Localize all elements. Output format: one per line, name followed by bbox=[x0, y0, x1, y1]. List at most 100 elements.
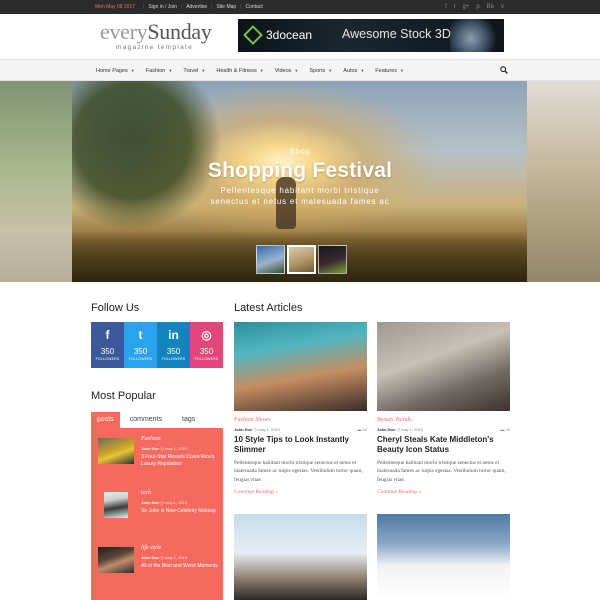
behance-icon[interactable]: Bē bbox=[487, 0, 494, 14]
post-thumbnail[interactable] bbox=[98, 547, 134, 573]
nav-autos[interactable]: Autos ▼ bbox=[343, 68, 364, 74]
caret-down-icon: ▼ bbox=[400, 68, 404, 73]
article-image[interactable] bbox=[377, 514, 510, 600]
article-card bbox=[234, 514, 367, 600]
linkedin-follow-box[interactable]: in 350 FOLLOWERS bbox=[157, 322, 190, 368]
clock-icon: ◷ bbox=[160, 446, 164, 451]
nav-travel[interactable]: Travel ▼ bbox=[183, 68, 205, 74]
clock-icon: ◷ bbox=[253, 427, 257, 432]
nav-sports[interactable]: Sports ▼ bbox=[309, 68, 332, 74]
nav-home-pages[interactable]: Home Pages ▼ bbox=[96, 68, 135, 74]
article-image[interactable] bbox=[234, 322, 367, 411]
post-title[interactable]: Sir John is New Celebrity Makeup bbox=[141, 508, 221, 515]
most-popular-heading: Most Popular bbox=[91, 390, 156, 402]
facebook-icon[interactable]: f bbox=[445, 0, 447, 14]
twitter-icon[interactable]: t bbox=[454, 0, 456, 14]
article-image[interactable] bbox=[234, 514, 367, 600]
popular-tabs: posts comments tags bbox=[91, 412, 205, 428]
article-category[interactable]: Beauty Trends bbox=[377, 417, 411, 423]
caret-down-icon: ▼ bbox=[130, 68, 135, 73]
facebook-follow-box[interactable]: f 350 FOLLOWERS bbox=[91, 322, 124, 368]
nav-videos[interactable]: Videos ▼ bbox=[275, 68, 299, 74]
comment-count[interactable]: ▬ 20 bbox=[500, 427, 510, 432]
facebook-icon: f bbox=[105, 328, 110, 342]
list-item[interactable]: life style John Doe ◷ may 1, 2015 All of… bbox=[98, 541, 218, 581]
top-links: Mon May 08 2017 | Sign in / Join | Adver… bbox=[95, 0, 263, 14]
post-category[interactable]: life style bbox=[141, 545, 161, 551]
google-plus-icon[interactable]: g+ bbox=[462, 0, 469, 14]
caret-down-icon: ▼ bbox=[168, 68, 173, 73]
follower-count: 350 bbox=[199, 347, 214, 356]
follower-label: FOLLOWERS bbox=[128, 357, 153, 361]
vimeo-icon[interactable]: v bbox=[501, 0, 504, 14]
tab-comments[interactable]: comments bbox=[120, 412, 172, 428]
follower-label: FOLLOWERS bbox=[161, 357, 186, 361]
hero-slider[interactable]: Shop Shopping Festival Pellentesque habi… bbox=[0, 81, 600, 282]
banner-tagline: Awesome Stock 3D bbox=[342, 27, 451, 41]
banner-ad[interactable]: 3docean Awesome Stock 3D bbox=[238, 19, 504, 52]
twitter-follow-box[interactable]: t 350 FOLLOWERS bbox=[124, 322, 157, 368]
article-author[interactable]: John Doe bbox=[377, 427, 395, 432]
article-excerpt: Pellentesque habitant morbi tristique se… bbox=[377, 460, 506, 483]
clock-icon: ◷ bbox=[396, 427, 400, 432]
tab-tags[interactable]: tags bbox=[172, 412, 205, 428]
list-item[interactable]: Fashion John Doe ◷ may 1, 2015 3 Four-St… bbox=[98, 432, 218, 472]
article-card: Fashion Shows John Doe ◷ may 1, 2015 ▬ 2… bbox=[234, 322, 367, 502]
follower-label: FOLLOWERS bbox=[194, 357, 219, 361]
hero-kicker: Shop bbox=[289, 147, 311, 156]
article-title[interactable]: Cheryl Steals Kate Middleton's Beauty Ic… bbox=[377, 435, 510, 455]
post-title[interactable]: 3 Four-Star Resorts Costa Rica's Luxury … bbox=[141, 454, 221, 468]
comment-count[interactable]: ▬ 20 bbox=[357, 427, 367, 432]
tab-posts[interactable]: posts bbox=[91, 412, 120, 428]
linkedin-icon: in bbox=[168, 328, 179, 342]
slide-thumb-2-active[interactable] bbox=[287, 245, 316, 274]
hero-tree-shape bbox=[72, 81, 222, 231]
slider-thumbnails bbox=[256, 245, 347, 274]
post-category[interactable]: tech bbox=[141, 490, 151, 496]
clock-icon: ◷ bbox=[160, 500, 164, 505]
sign-in-link[interactable]: Sign in / Join bbox=[148, 4, 177, 10]
separator: | bbox=[143, 4, 145, 10]
nav-fashion[interactable]: Fashion ▼ bbox=[146, 68, 173, 74]
slide-thumb-1[interactable] bbox=[256, 245, 285, 274]
search-icon[interactable] bbox=[500, 66, 508, 74]
pinterest-icon[interactable]: p bbox=[476, 0, 479, 14]
separator: | bbox=[240, 4, 242, 10]
article-meta: John Doe ◷ may 1, 2015 ▬ 20 bbox=[234, 427, 367, 432]
advertise-link[interactable]: Advertise bbox=[186, 4, 207, 10]
post-thumbnail[interactable] bbox=[104, 492, 128, 518]
continue-reading-link[interactable]: Continue Reading » bbox=[234, 489, 278, 495]
article-author[interactable]: John Doe bbox=[234, 427, 252, 432]
nav-health-fitness[interactable]: Health & Fitness ▼ bbox=[216, 68, 263, 74]
twitter-icon: t bbox=[138, 328, 143, 342]
caret-down-icon: ▼ bbox=[201, 68, 206, 73]
current-date: Mon May 08 2017 bbox=[95, 4, 136, 10]
popular-posts-list: Fashion John Doe ◷ may 1, 2015 3 Four-St… bbox=[91, 428, 223, 600]
site-logo[interactable]: everySunday magazine template bbox=[100, 19, 212, 52]
follower-count: 350 bbox=[133, 347, 148, 356]
separator: | bbox=[211, 4, 213, 10]
hero-title[interactable]: Shopping Festival bbox=[0, 159, 600, 183]
follow-us-heading: Follow Us bbox=[91, 302, 140, 314]
contact-link[interactable]: Contact bbox=[246, 4, 263, 10]
post-thumbnail[interactable] bbox=[98, 438, 134, 464]
caret-down-icon: ▼ bbox=[328, 68, 333, 73]
slide-thumb-3[interactable] bbox=[318, 245, 347, 274]
article-excerpt: Pellentesque habitant morbi tristique se… bbox=[234, 460, 363, 483]
nav-features[interactable]: Features ▼ bbox=[375, 68, 404, 74]
site-map-link[interactable]: Site Map bbox=[216, 4, 236, 10]
article-title[interactable]: 10 Style Tips to Look Instantly Slimmer bbox=[234, 435, 367, 455]
caret-down-icon: ▼ bbox=[360, 68, 365, 73]
separator: | bbox=[180, 4, 183, 10]
logo-every: every bbox=[100, 19, 148, 44]
article-date: may 1, 2015 bbox=[257, 427, 280, 432]
dribbble-follow-box[interactable]: ◎ 350 FOLLOWERS bbox=[190, 322, 223, 368]
social-counters: f 350 FOLLOWERS t 350 FOLLOWERS in 350 F… bbox=[91, 322, 223, 368]
post-title[interactable]: All of the Best and Worst Moments bbox=[141, 563, 221, 570]
continue-reading-link[interactable]: Continue Reading » bbox=[377, 489, 421, 495]
latest-articles-heading: Latest Articles bbox=[234, 302, 303, 314]
article-category[interactable]: Fashion Shows bbox=[234, 417, 271, 423]
post-category[interactable]: Fashion bbox=[141, 436, 161, 442]
article-image[interactable] bbox=[377, 322, 510, 411]
list-item[interactable]: tech John Doe ◷ may 1, 2015 Sir John is … bbox=[98, 486, 218, 526]
